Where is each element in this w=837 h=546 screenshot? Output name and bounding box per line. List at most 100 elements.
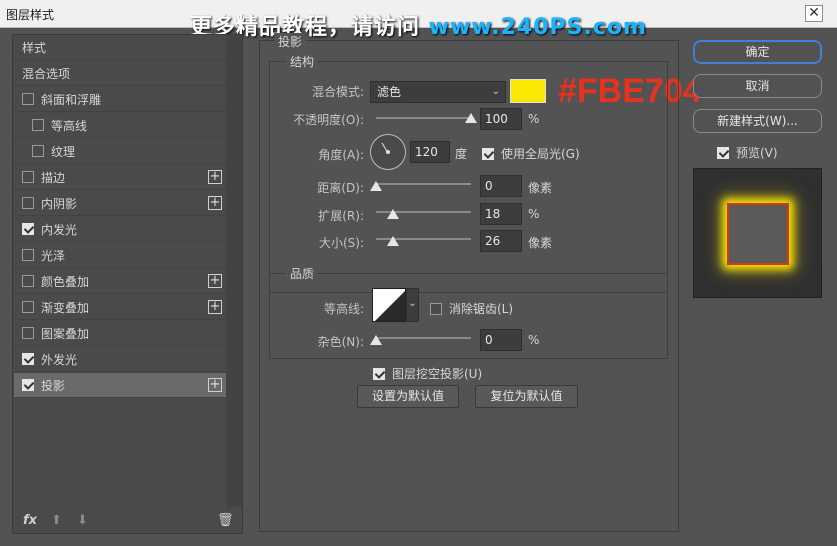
make-default-button[interactable]: 设置为默认值 [357, 385, 459, 408]
style-item[interactable]: 光泽 [14, 243, 226, 268]
distance-slider-thumb[interactable] [370, 181, 382, 191]
spread-unit: % [528, 207, 540, 221]
angle-unit: 度 [455, 147, 468, 161]
style-list-scrollbar[interactable] [226, 35, 242, 507]
style-item-checkbox[interactable] [22, 301, 34, 313]
knockout-label: 图层挖空投影(U) [392, 367, 483, 381]
style-item-label: 内发光 [41, 222, 78, 237]
cancel-button[interactable]: 取消 [693, 74, 822, 98]
size-slider-thumb[interactable] [387, 236, 400, 246]
style-list-panel: 样式 混合选项 斜面和浮雕 等高线 纹理 描边 + 内阴影 + 内发光 光泽 颜色叠加 + 渐变叠加 + 图案… [12, 34, 243, 534]
preview-label: 预览(V) [736, 146, 778, 160]
distance-label: 距离(D): [317, 181, 364, 195]
style-item-label: 投影 [41, 378, 66, 393]
contour-curve-icon [375, 291, 405, 321]
style-item-checkbox[interactable] [22, 327, 34, 339]
add-effect-icon[interactable]: + [208, 274, 222, 288]
noise-input[interactable]: 0 [480, 329, 522, 351]
style-item-label: 混合选项 [22, 66, 71, 81]
style-item-checkbox[interactable] [32, 145, 44, 157]
structure-title: 结构 [286, 53, 319, 70]
trash-icon[interactable]: 🗑 [217, 513, 234, 528]
opacity-slider-thumb[interactable] [465, 113, 477, 123]
window-title: 图层样式 [6, 8, 55, 22]
ok-button[interactable]: 确定 [693, 40, 822, 64]
noise-unit: % [528, 333, 540, 347]
knockout-row[interactable]: 图层挖空投影(U) [373, 365, 482, 382]
antialias-row[interactable]: 消除锯齿(L) [430, 300, 513, 317]
new-style-button[interactable]: 新建样式(W)... [693, 109, 822, 133]
knockout-checkbox[interactable] [373, 367, 385, 380]
angle-dial[interactable] [370, 134, 406, 170]
style-item-checkbox[interactable] [22, 223, 34, 235]
move-down-icon[interactable]: ⬇ [77, 513, 88, 528]
preview-row[interactable]: 预览(V) [717, 144, 778, 161]
opacity-input[interactable]: 100 [480, 108, 522, 130]
angle-input[interactable]: 120 [410, 141, 450, 163]
move-up-icon[interactable]: ⬆ [51, 513, 62, 528]
size-unit: 像素 [528, 236, 553, 250]
style-item-label: 纹理 [51, 144, 76, 159]
noise-slider-thumb[interactable] [370, 335, 382, 345]
style-item-label: 描边 [41, 170, 66, 185]
global-light-checkbox[interactable] [482, 147, 494, 160]
noise-label: 杂色(N): [317, 335, 364, 349]
style-item-checkbox[interactable] [22, 93, 34, 105]
opacity-slider[interactable] [376, 117, 471, 119]
angle-center [386, 150, 390, 154]
add-effect-icon[interactable]: + [208, 378, 222, 392]
add-effect-icon[interactable]: + [208, 196, 222, 210]
style-item[interactable]: 颜色叠加 + [14, 269, 226, 294]
global-light-row[interactable]: 使用全局光(G) [482, 145, 580, 162]
style-item[interactable]: 描边 + [14, 165, 226, 190]
blend-mode-select[interactable]: 滤色 ⌄ [370, 81, 506, 103]
style-item-checkbox[interactable] [22, 197, 34, 209]
close-button[interactable]: ✕ [805, 5, 823, 22]
angle-label: 角度(A): [318, 148, 364, 162]
style-item-label: 图案叠加 [41, 326, 90, 341]
style-item-checkbox[interactable] [22, 249, 34, 261]
antialias-label: 消除锯齿(L) [449, 302, 514, 316]
contour-preview[interactable] [372, 288, 406, 322]
style-item[interactable]: 等高线 [14, 113, 226, 138]
quality-title: 品质 [286, 265, 319, 282]
style-item-label: 外发光 [41, 352, 78, 367]
spread-input[interactable]: 18 [480, 203, 522, 225]
style-item[interactable]: 图案叠加 [14, 321, 226, 346]
preview-thumbnail [727, 203, 789, 265]
add-effect-icon[interactable]: + [208, 300, 222, 314]
antialias-checkbox[interactable] [430, 302, 442, 315]
shadow-color-swatch[interactable] [510, 79, 546, 103]
style-item-checkbox[interactable] [22, 353, 34, 365]
style-item-label: 渐变叠加 [41, 300, 90, 315]
size-input[interactable]: 26 [480, 230, 522, 252]
style-item-label: 光泽 [41, 248, 66, 263]
style-item-label: 斜面和浮雕 [41, 92, 102, 107]
distance-input[interactable]: 0 [480, 175, 522, 197]
style-item[interactable]: 纹理 [14, 139, 226, 164]
style-item[interactable]: 投影 + [14, 373, 226, 398]
blend-mode-label: 混合模式: [311, 85, 364, 99]
style-item-checkbox[interactable] [22, 171, 34, 183]
style-item[interactable]: 混合选项 [14, 61, 226, 86]
style-item[interactable]: 内发光 [14, 217, 226, 242]
style-item[interactable]: 内阴影 + [14, 191, 226, 216]
style-item[interactable]: 样式 [14, 35, 226, 60]
style-item-checkbox[interactable] [32, 119, 44, 131]
add-effect-icon[interactable]: + [208, 170, 222, 184]
opacity-label: 不透明度(O): [293, 113, 364, 127]
style-item[interactable]: 斜面和浮雕 [14, 87, 226, 112]
distance-slider[interactable] [376, 183, 471, 185]
spread-slider-thumb[interactable] [387, 209, 400, 219]
watermark-url: www.240PS.com [428, 15, 647, 40]
reset-default-button[interactable]: 复位为默认值 [475, 385, 578, 408]
style-item-label: 颜色叠加 [41, 274, 90, 289]
style-item-checkbox[interactable] [22, 379, 34, 391]
preview-checkbox[interactable] [717, 146, 729, 159]
style-item[interactable]: 渐变叠加 + [14, 295, 226, 320]
style-item-checkbox[interactable] [22, 275, 34, 287]
fx-icon[interactable]: fx [23, 513, 37, 528]
noise-slider[interactable] [376, 337, 471, 339]
style-item[interactable]: 外发光 [14, 347, 226, 372]
contour-dropdown[interactable]: ⌄ [406, 288, 419, 322]
